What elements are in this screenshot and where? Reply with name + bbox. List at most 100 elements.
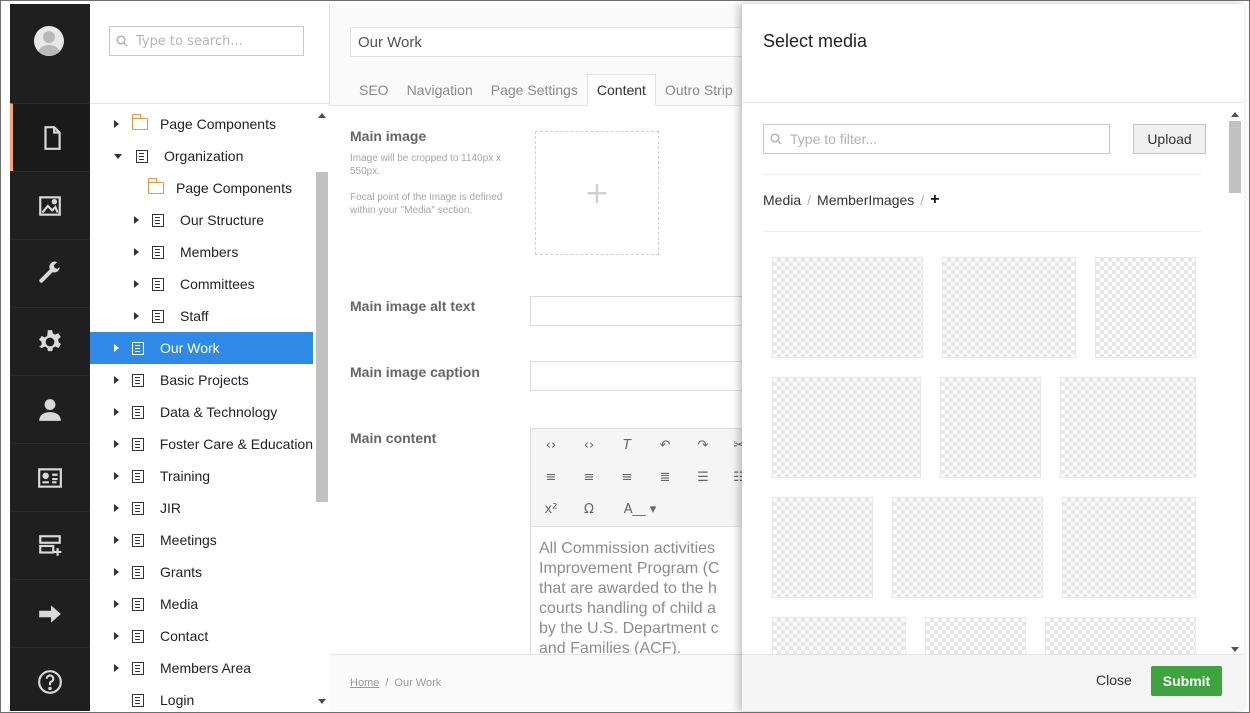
media-thumbnail[interactable] xyxy=(925,617,1026,657)
page-name-input[interactable]: Our Work xyxy=(350,27,770,57)
media-thumbnail[interactable] xyxy=(1060,377,1196,478)
special-char-icon[interactable]: Ω xyxy=(577,497,601,521)
expand-arrow-icon[interactable] xyxy=(134,248,139,256)
caption-input[interactable] xyxy=(530,361,760,391)
breadcrumb-media-link[interactable]: Media xyxy=(763,192,801,208)
dialog-scrollbar[interactable] xyxy=(1227,106,1244,656)
settings-section-icon[interactable] xyxy=(10,239,90,307)
tree-node[interactable]: Foster Care & Education xyxy=(90,428,313,460)
tree-node[interactable]: Meetings xyxy=(90,524,313,556)
text-color-icon[interactable]: A__ ▾ xyxy=(615,497,665,521)
expand-arrow-icon[interactable] xyxy=(114,664,119,672)
code-icon[interactable]: ‹› xyxy=(577,433,601,457)
scrollbar-thumb[interactable] xyxy=(1229,121,1241,193)
help-section-icon[interactable] xyxy=(10,647,90,712)
tree-node[interactable]: Organization xyxy=(90,140,313,172)
tree-node-selected[interactable]: Our Work xyxy=(90,332,313,364)
tree-scrollbar[interactable] xyxy=(313,106,330,711)
expand-arrow-icon[interactable] xyxy=(134,216,139,224)
tree-node[interactable]: JIR xyxy=(90,492,313,524)
redo-icon[interactable]: ↷ xyxy=(691,433,715,457)
expand-arrow-icon[interactable] xyxy=(114,376,119,384)
scroll-up-icon[interactable] xyxy=(1231,112,1239,117)
bullet-list-icon[interactable]: ☰ xyxy=(691,465,715,489)
media-thumbnail[interactable] xyxy=(772,617,906,657)
rich-text-editor[interactable]: ‹› ‹› T ↶ ↷ ✂ ≡ ≡ ≡ ≣ ☰ ☷ x² Ω A__ ▾ All… xyxy=(530,428,761,658)
expand-arrow-icon[interactable] xyxy=(114,440,119,448)
scrollbar-thumb[interactable] xyxy=(316,172,328,502)
forms-section-icon[interactable] xyxy=(10,511,90,579)
tree-node[interactable]: Members xyxy=(90,236,313,268)
media-thumbnail[interactable] xyxy=(1095,257,1196,358)
developer-section-icon[interactable] xyxy=(10,307,90,375)
tree-node[interactable]: Basic Projects xyxy=(90,364,313,396)
superscript-icon[interactable]: x² xyxy=(539,497,563,521)
media-thumbnail[interactable] xyxy=(1062,497,1196,598)
expand-arrow-icon[interactable] xyxy=(114,504,119,512)
tab-page-settings[interactable]: Page Settings xyxy=(482,74,587,106)
members-section-icon[interactable] xyxy=(10,443,90,511)
tree-node[interactable]: Page Components xyxy=(90,172,313,204)
expand-arrow-icon[interactable] xyxy=(114,472,119,480)
tree-node[interactable]: Staff xyxy=(90,300,313,332)
create-folder-icon[interactable]: + xyxy=(930,191,939,209)
undo-icon[interactable]: ↶ xyxy=(653,433,677,457)
scroll-down-icon[interactable] xyxy=(1231,647,1239,652)
content-link[interactable]: C xyxy=(708,560,720,577)
media-thumbnail[interactable] xyxy=(772,497,873,598)
media-thumbnail[interactable] xyxy=(772,377,921,478)
media-thumbnail[interactable] xyxy=(892,497,1043,598)
tab-outro-strip[interactable]: Outro Strip xyxy=(656,74,742,106)
media-thumbnail[interactable] xyxy=(772,257,923,358)
alt-text-input[interactable] xyxy=(530,296,760,326)
tab-seo[interactable]: SEO xyxy=(350,74,398,106)
expand-arrow-icon[interactable] xyxy=(134,312,139,320)
tree-node[interactable]: Media xyxy=(90,588,313,620)
align-right-icon[interactable]: ≡ xyxy=(615,465,639,489)
expand-arrow-icon[interactable] xyxy=(114,600,119,608)
expand-arrow-icon[interactable] xyxy=(114,408,119,416)
breadcrumb-separator: / xyxy=(807,192,812,208)
expand-arrow-icon[interactable] xyxy=(114,536,119,544)
breadcrumb-memberimages-link[interactable]: MemberImages xyxy=(817,192,914,208)
media-thumbnail[interactable] xyxy=(1045,617,1196,657)
tree-node[interactable]: Login xyxy=(90,684,313,711)
redirect-section-icon[interactable] xyxy=(10,579,90,647)
collapse-arrow-icon[interactable] xyxy=(114,153,122,159)
media-section-icon[interactable] xyxy=(10,171,90,239)
tree-search-input[interactable]: Type to search... xyxy=(109,26,304,56)
breadcrumb-home-link[interactable]: Home xyxy=(350,677,379,689)
scroll-up-icon[interactable] xyxy=(318,113,326,118)
clear-format-icon[interactable]: T xyxy=(615,433,639,457)
scroll-down-icon[interactable] xyxy=(318,699,326,704)
media-thumbnail[interactable] xyxy=(940,377,1041,478)
image-picker[interactable]: + xyxy=(535,131,659,255)
media-filter-input[interactable]: Type to filter... xyxy=(763,124,1110,154)
submit-button[interactable]: Submit xyxy=(1151,666,1222,696)
align-left-icon[interactable]: ≡ xyxy=(539,465,563,489)
align-center-icon[interactable]: ≡ xyxy=(577,465,601,489)
expand-arrow-icon[interactable] xyxy=(134,280,139,288)
tree-node[interactable]: Members Area xyxy=(90,652,313,684)
source-code-icon[interactable]: ‹› xyxy=(539,433,563,457)
expand-arrow-icon[interactable] xyxy=(114,344,119,352)
tree-node[interactable]: Page Components xyxy=(90,108,313,140)
tree-node[interactable]: Our Structure xyxy=(90,204,313,236)
tree-node[interactable]: Contact xyxy=(90,620,313,652)
expand-arrow-icon[interactable] xyxy=(114,568,119,576)
tree-node[interactable]: Grants xyxy=(90,556,313,588)
tree-node[interactable]: Data & Technology xyxy=(90,396,313,428)
upload-button[interactable]: Upload xyxy=(1133,124,1206,154)
expand-arrow-icon[interactable] xyxy=(114,632,119,640)
tab-content[interactable]: Content xyxy=(586,74,656,106)
justify-icon[interactable]: ≣ xyxy=(653,465,677,489)
user-avatar[interactable] xyxy=(34,26,64,56)
content-section-icon[interactable] xyxy=(10,103,90,171)
expand-arrow-icon[interactable] xyxy=(114,120,119,128)
tab-navigation[interactable]: Navigation xyxy=(398,74,482,106)
close-button[interactable]: Close xyxy=(1096,672,1132,688)
media-thumbnail[interactable] xyxy=(942,257,1076,358)
tree-node[interactable]: Training xyxy=(90,460,313,492)
users-section-icon[interactable] xyxy=(10,375,90,443)
tree-node[interactable]: Committees xyxy=(90,268,313,300)
